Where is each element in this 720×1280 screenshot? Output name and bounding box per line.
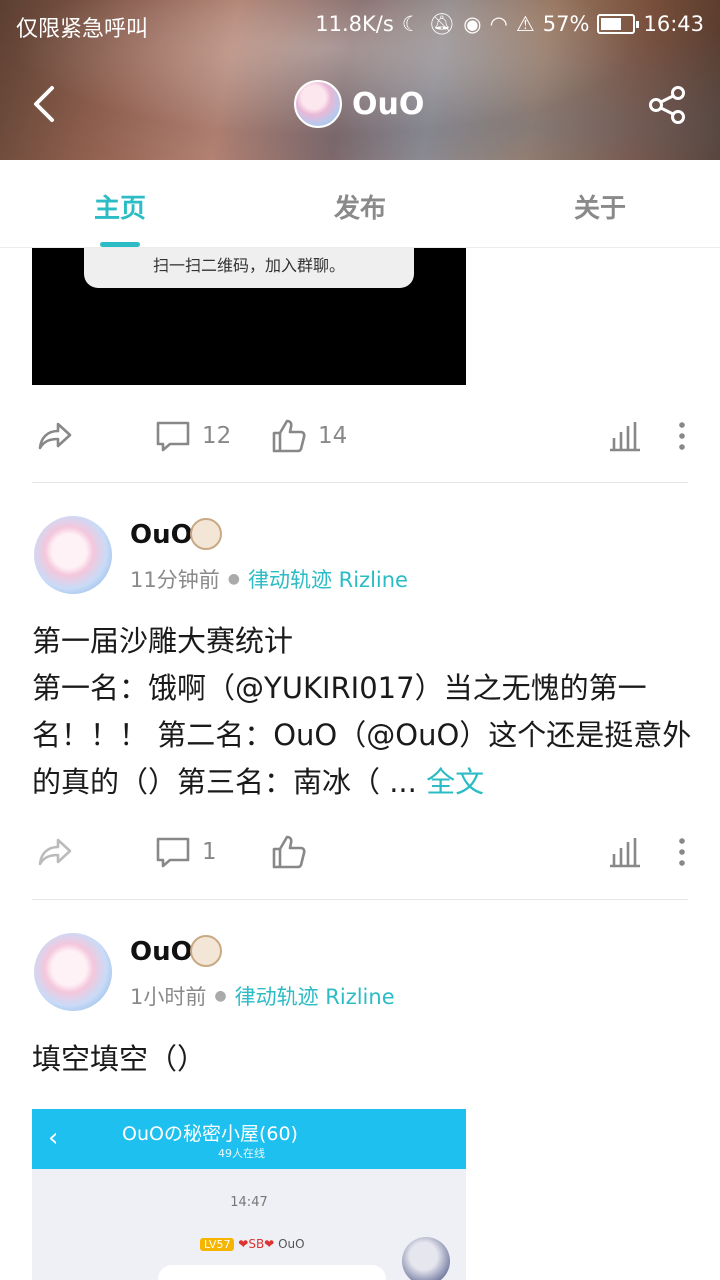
post-image[interactable]: 扫一扫二维码，加入群聊。 [32, 248, 466, 385]
post-time: 11分钟前 [130, 568, 220, 592]
qr-caption: 扫一扫二维码，加入群聊。 [152, 256, 345, 275]
thumbs-up-icon [272, 419, 306, 453]
chevron-left-icon: ‹ [48, 1123, 59, 1153]
wifi-icon: ◠ [489, 12, 508, 36]
divider [32, 482, 688, 483]
page-title: OuO [352, 86, 425, 122]
chat-online: 49人在线 [218, 1147, 265, 1160]
level-badge: LV57 [200, 1238, 235, 1251]
forward-icon[interactable] [36, 418, 74, 454]
moon-icon: ☾ [401, 12, 421, 36]
avatar[interactable] [294, 80, 342, 128]
divider [32, 899, 688, 900]
tab-home[interactable]: 主页 [60, 188, 180, 225]
post-meta: 11分钟前 ● 律动轨迹 Rizline [130, 564, 408, 594]
comment-button[interactable]: 1 [154, 834, 217, 870]
stats-icon[interactable] [606, 834, 644, 870]
post-body: 第一届沙雕大赛统计 第一名：饿啊（@YUKIRI017）当之无愧的第一名！！！ … [32, 624, 692, 799]
comment-icon [156, 421, 190, 452]
chat-time: 14:47 [230, 1195, 268, 1210]
battery-percent: 57% [542, 12, 590, 36]
clock: 16:43 [643, 12, 704, 36]
nav-title: OuO [294, 80, 424, 128]
status-bar: 仅限紧急呼叫 11.8K/s ☾ 🔕︎ ◉ ◠ ⚠︎ 57% 16:43 [0, 0, 720, 50]
avatar[interactable] [34, 516, 112, 594]
post-header: OuO 11分钟前 ● 律动轨迹 Rizline [0, 516, 720, 616]
sender-tag: ❤SB❤ [238, 1237, 275, 1251]
thumbs-up-icon [272, 835, 306, 869]
topic-link[interactable]: 律动轨迹 Rizline [235, 981, 395, 1011]
nav-bar: OuO [0, 60, 720, 150]
post-time: 1小时前 [130, 985, 207, 1009]
post-text[interactable]: 填空填空（） [32, 1036, 692, 1083]
chat-title: OuOの秘密小屋(60) [122, 1123, 298, 1145]
like-count: 14 [318, 423, 348, 449]
avatar [402, 1237, 450, 1280]
post-header: OuO 1小时前 ● 律动轨迹 Rizline [0, 933, 720, 1033]
chevron-left-icon[interactable] [28, 84, 64, 124]
post-actions: 12 14 [0, 404, 720, 464]
post-image[interactable]: ‹ OuOの秘密小屋(60) 49人在线 14:47 LV57 ❤SB❤ OuO [32, 1109, 466, 1280]
network-speed: 11.8K/s [315, 12, 394, 36]
badge-icon [190, 935, 222, 967]
stats-icon[interactable] [606, 418, 644, 454]
battery-icon [597, 14, 640, 34]
separator-dot: ● [227, 571, 240, 587]
comment-icon [156, 837, 190, 868]
forward-icon[interactable] [36, 834, 74, 870]
chat-bubble [158, 1265, 386, 1280]
chat-header: ‹ OuOの秘密小屋(60) 49人在线 [32, 1109, 466, 1169]
sender-name: OuO [278, 1237, 305, 1251]
more-icon[interactable] [672, 418, 692, 454]
more-icon[interactable] [672, 834, 692, 870]
feed[interactable]: 扫一扫二维码，加入群聊。 12 14 OuO 11分钟前 ● 律动轨迹 Rizl [0, 248, 720, 1280]
post-text[interactable]: 第一届沙雕大赛统计 第一名：饿啊（@YUKIRI017）当之无愧的第一名！！！ … [32, 618, 692, 806]
qr-card: 扫一扫二维码，加入群聊。 [84, 248, 414, 288]
comment-count: 12 [202, 423, 232, 449]
mute-icon: 🔕︎ [428, 12, 456, 36]
carrier-text: 仅限紧急呼叫 [16, 17, 149, 42]
author-name[interactable]: OuO [130, 520, 193, 550]
alert-icon: ⚠︎ [515, 12, 535, 36]
share-icon[interactable] [646, 84, 688, 126]
author-name[interactable]: OuO [130, 937, 193, 967]
topic-link[interactable]: 律动轨迹 Rizline [248, 564, 408, 594]
comment-count: 1 [202, 839, 217, 865]
like-button[interactable]: 14 [270, 418, 347, 454]
expand-link[interactable]: 全文 [426, 765, 484, 799]
tab-about[interactable]: 关于 [540, 188, 660, 225]
profile-header: 仅限紧急呼叫 11.8K/s ☾ 🔕︎ ◉ ◠ ⚠︎ 57% 16:43 OuO [0, 0, 720, 160]
chat-sender: LV57 ❤SB❤ OuO [200, 1237, 305, 1251]
avatar[interactable] [34, 933, 112, 1011]
eye-icon: ◉ [463, 12, 482, 36]
badge-icon [190, 518, 222, 550]
like-button[interactable] [270, 834, 308, 870]
post-actions: 1 [0, 820, 720, 880]
post-meta: 1小时前 ● 律动轨迹 Rizline [130, 981, 395, 1011]
tab-posts[interactable]: 发布 [300, 188, 420, 225]
tab-bar: 主页 发布 关于 [0, 160, 720, 248]
comment-button[interactable]: 12 [154, 418, 231, 454]
separator-dot: ● [214, 988, 227, 1004]
post-body: 填空填空（） [32, 1042, 207, 1076]
status-icons: 11.8K/s ☾ 🔕︎ ◉ ◠ ⚠︎ 57% 16:43 [315, 11, 704, 37]
tab-indicator [100, 242, 140, 247]
